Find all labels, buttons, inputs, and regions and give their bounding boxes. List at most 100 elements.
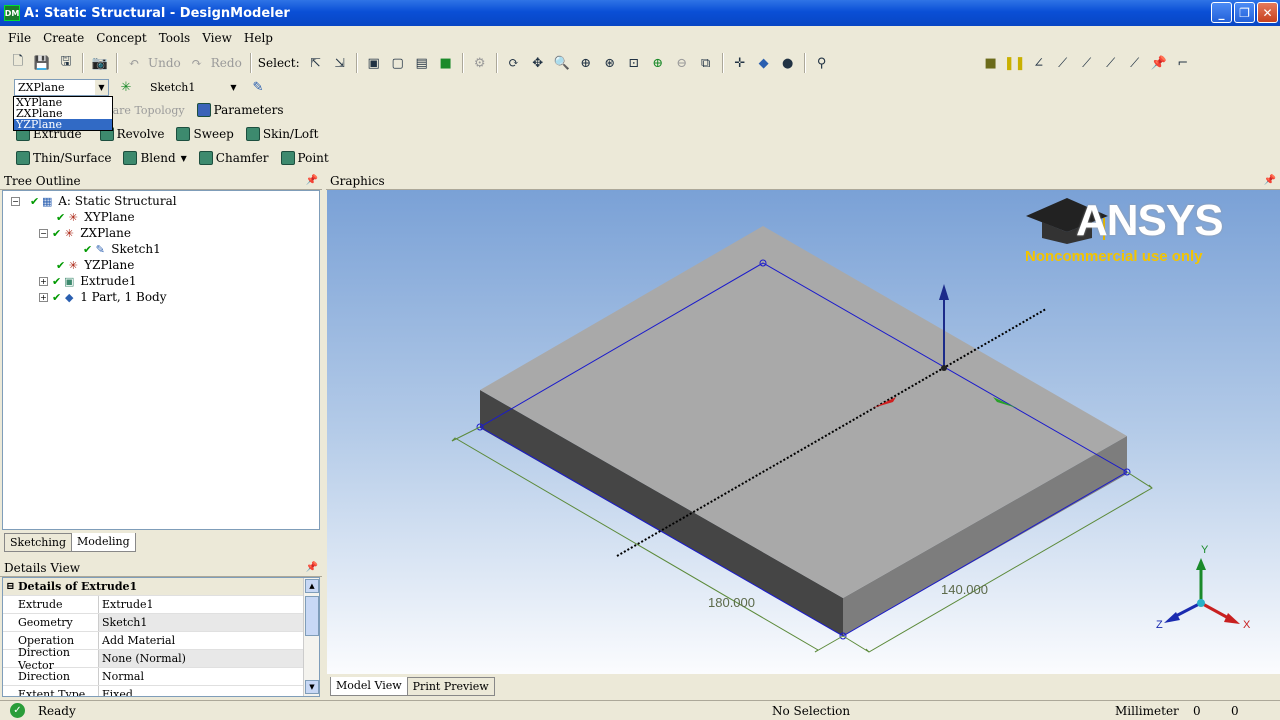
details-value[interactable]: Add Material [99, 632, 319, 649]
point-button[interactable]: Point [280, 151, 329, 165]
tab-modeling[interactable]: Modeling [71, 533, 136, 552]
tree-node-yzplane[interactable]: ✔ ✳ YZPlane [56, 257, 134, 273]
details-row[interactable]: Direction Normal [3, 668, 319, 686]
collapse-icon[interactable]: − [39, 228, 48, 238]
menu-concept[interactable]: Concept [96, 31, 146, 45]
sketch-line5-icon[interactable]: ⟋ [1126, 54, 1144, 72]
chevron-down-icon[interactable]: ▼ [181, 154, 187, 163]
pin-icon[interactable]: 📌 [306, 562, 318, 573]
pan-icon[interactable]: ✥ [529, 54, 547, 72]
save-icon[interactable]: 💾 [33, 54, 51, 72]
save-all-icon[interactable]: 🖫 [57, 54, 75, 72]
dimension-label-width[interactable]: 140.000 [941, 582, 988, 597]
collapse-icon[interactable]: − [11, 196, 20, 206]
tab-print-preview[interactable]: Print Preview [406, 677, 495, 696]
topology-toolbar: Share Topology Parameters [0, 98, 1280, 122]
menu-create[interactable]: Create [43, 31, 84, 45]
zoom-green-icon[interactable]: ⊕ [649, 54, 667, 72]
chevron-down-icon[interactable]: ▼ [227, 79, 240, 95]
zoom-out-icon[interactable]: ⊖ [673, 54, 691, 72]
zoom-fit-icon[interactable]: ⊡ [625, 54, 643, 72]
pin-icon[interactable]: 📌 [306, 175, 318, 186]
tree-node-part[interactable]: + ✔ ◆ 1 Part, 1 Body [39, 289, 167, 305]
look-at-icon[interactable]: ⚲ [813, 54, 831, 72]
tree-node-root[interactable]: − ✔ ▦ A: Static Structural [11, 193, 177, 209]
sketch-line3-icon[interactable]: ⟋ [1078, 54, 1096, 72]
maximize-button[interactable]: ❐ [1234, 2, 1255, 23]
select-edge-icon[interactable]: ▢ [389, 54, 407, 72]
dimension-label-length[interactable]: 180.000 [708, 595, 755, 610]
box-zoom-icon[interactable]: ⊕ [577, 54, 595, 72]
display-edge-icon[interactable]: ■ [982, 54, 1000, 72]
expand-icon[interactable]: + [39, 276, 48, 286]
new-sketch-icon[interactable]: ✎ [249, 78, 267, 96]
details-value[interactable]: Fixed [99, 686, 319, 696]
screenshot-icon[interactable]: 📷 [91, 54, 109, 72]
extend-icon[interactable]: ⚙ [471, 54, 489, 72]
sweep-button[interactable]: Sweep [176, 127, 234, 141]
chamfer-button[interactable]: Chamfer [198, 151, 269, 165]
zoom-icon[interactable]: 🔍 [553, 54, 571, 72]
menu-tools[interactable]: Tools [159, 31, 191, 45]
menu-help[interactable]: Help [244, 31, 273, 45]
details-row[interactable]: Extent Type Fixed [3, 686, 319, 696]
iso-view-icon[interactable]: ⧉ [697, 54, 715, 72]
details-scrollbar[interactable]: ▲ ▼ [303, 578, 319, 696]
skin-loft-button[interactable]: Skin/Loft [245, 127, 318, 141]
pin-icon[interactable]: 📌 [1264, 175, 1276, 186]
scroll-up-icon[interactable]: ▲ [305, 579, 319, 593]
sketch-line2-icon[interactable]: ⟋ [1054, 54, 1072, 72]
display-face-icon[interactable]: ❚❚ [1004, 54, 1026, 72]
tree-node-xyplane[interactable]: ✔ ✳ XYPlane [56, 209, 135, 225]
plane-select[interactable]: ZXPlane ▼ [14, 78, 109, 96]
redo-button[interactable]: Redo [211, 56, 242, 70]
close-button[interactable]: ✕ [1257, 2, 1278, 23]
plate-top-face[interactable] [480, 226, 1127, 598]
details-value[interactable]: Sketch1 [99, 614, 319, 631]
select-face-icon[interactable]: ▤ [413, 54, 431, 72]
details-value[interactable]: None (Normal) [99, 650, 319, 667]
menu-file[interactable]: File [8, 31, 31, 45]
tab-sketching[interactable]: Sketching [4, 533, 73, 552]
display-point-icon[interactable]: ● [779, 54, 797, 72]
minimize-button[interactable]: _ [1211, 2, 1232, 23]
tree-node-zxplane[interactable]: − ✔ ✳ ZXPlane [39, 225, 131, 241]
select-point-icon[interactable]: ▣ [365, 54, 383, 72]
details-value[interactable]: Extrude1 [99, 596, 319, 613]
details-row[interactable]: Geometry Sketch1 [3, 614, 319, 632]
sketch-line-icon[interactable]: ∠ [1030, 54, 1048, 72]
select-body-icon[interactable]: ■ [437, 54, 455, 72]
menu-view[interactable]: View [202, 31, 232, 45]
chevron-down-icon[interactable]: ▼ [95, 79, 108, 95]
redo-icon[interactable]: ↷ [188, 54, 206, 72]
triad-icon[interactable]: ✛ [731, 54, 749, 72]
select-cursor-icon[interactable]: ⇱ [307, 54, 325, 72]
tree-node-extrude1[interactable]: + ✔ ▣ Extrude1 [39, 273, 136, 289]
zoom-in-icon[interactable]: ⊛ [601, 54, 619, 72]
tab-model-view[interactable]: Model View [330, 677, 408, 696]
new-plane-icon[interactable]: ✳ [117, 78, 135, 96]
collapse-icon[interactable]: ⊟ [3, 578, 18, 595]
parameters-button[interactable]: Parameters [196, 103, 284, 117]
select-mode-icon[interactable]: ⇲ [331, 54, 349, 72]
details-row[interactable]: Extrude Extrude1 [3, 596, 319, 614]
pin-tool-icon[interactable]: 📌 [1150, 54, 1168, 72]
details-row[interactable]: Direction Vector None (Normal) [3, 646, 319, 672]
check-icon: ✔ [30, 194, 40, 208]
rotate-icon[interactable]: ⟳ [505, 54, 523, 72]
display-model-icon[interactable]: ◆ [755, 54, 773, 72]
sketch-line4-icon[interactable]: ⟋ [1102, 54, 1120, 72]
dimension-tool-icon[interactable]: ⌐ [1174, 54, 1192, 72]
details-value[interactable]: Normal [99, 668, 319, 685]
thin-surface-button[interactable]: Thin/Surface [16, 151, 111, 165]
scroll-thumb[interactable] [305, 596, 319, 636]
undo-icon[interactable]: ↶ [125, 54, 143, 72]
scroll-down-icon[interactable]: ▼ [305, 680, 319, 694]
tree-node-sketch1[interactable]: ✔ ✎ Sketch1 [83, 241, 161, 257]
undo-button[interactable]: Undo [148, 56, 181, 70]
new-icon[interactable]: 🗋 [9, 54, 27, 72]
expand-icon[interactable]: + [39, 292, 48, 302]
sketch-select[interactable]: Sketch1 ▼ [146, 78, 241, 96]
blend-button[interactable]: Blend ▼ [123, 151, 187, 165]
plane-option-yz[interactable]: YZPlane [14, 119, 112, 130]
